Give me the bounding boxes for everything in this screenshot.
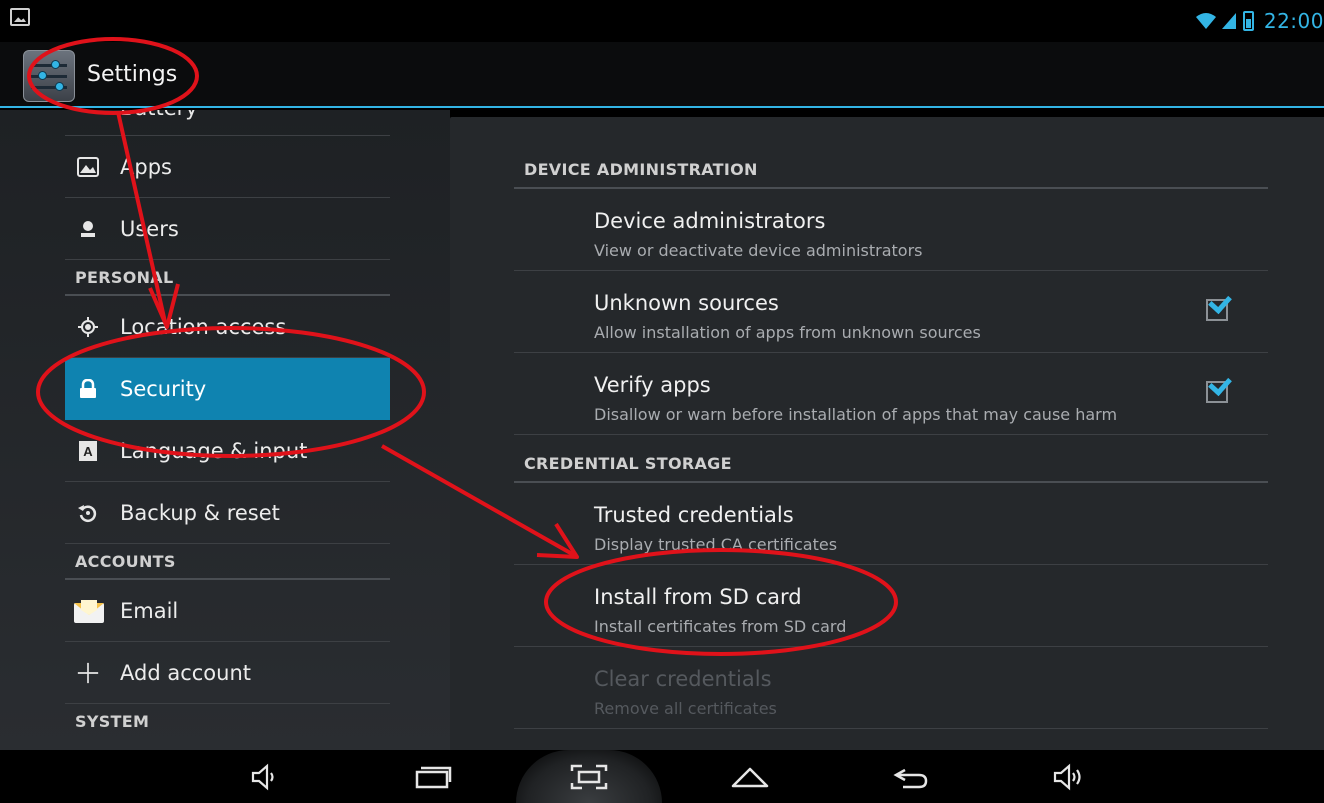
settings-app-icon[interactable]	[23, 50, 75, 102]
pref-title: Trusted credentials	[594, 503, 794, 527]
sidebar-item-apps[interactable]: Apps	[65, 136, 390, 198]
screenshot-icon	[570, 764, 608, 790]
sidebar-item-label: Email	[120, 598, 179, 623]
unknown-sources-checkbox[interactable]	[1206, 289, 1232, 321]
section-header-personal: PERSONAL	[65, 260, 390, 296]
sidebar-item-add-account[interactable]: Add account	[65, 642, 390, 704]
signal-icon	[1221, 13, 1236, 29]
system-navigation-bar	[0, 750, 1324, 803]
section-header-system: SYSTEM	[65, 704, 390, 740]
pref-title: Verify apps	[594, 373, 711, 397]
sidebar-item-label: Add account	[120, 660, 251, 685]
users-icon	[77, 218, 99, 240]
recent-apps-icon	[415, 766, 452, 789]
status-clock: 22:00	[1263, 9, 1324, 33]
section-header-device-administration: DEVICE ADMINISTRATION	[514, 117, 1268, 189]
pref-summary: Remove all certificates	[594, 699, 777, 718]
status-bar: 22:00	[0, 0, 1324, 42]
pref-title: Install from SD card	[594, 585, 802, 609]
security-settings-list: DEVICE ADMINISTRATION Device administrat…	[514, 117, 1268, 729]
settings-headers-list: Battery Apps Users PERSONAL	[0, 110, 450, 750]
action-bar: Settings	[0, 42, 1324, 108]
sidebar-item-location-access[interactable]: Location access	[65, 296, 390, 358]
battery-icon	[1242, 11, 1254, 31]
lock-icon	[77, 378, 99, 400]
pref-summary: Allow installation of apps from unknown …	[594, 323, 981, 342]
pref-summary: View or deactivate device administrators	[594, 241, 923, 260]
sidebar-item-language-input[interactable]: A Language & input	[65, 420, 390, 482]
sidebar-item-label: Backup & reset	[120, 500, 280, 525]
backup-icon	[77, 502, 99, 524]
location-icon	[77, 316, 99, 338]
sidebar-item-battery[interactable]: Battery	[65, 110, 390, 136]
pref-verify-apps[interactable]: Verify apps Disallow or warn before inst…	[514, 353, 1268, 435]
sidebar-item-label: Location access	[120, 314, 287, 339]
home-button[interactable]	[725, 760, 775, 794]
app-title: Settings	[87, 62, 178, 87]
pref-summary: Display trusted CA certificates	[594, 535, 838, 554]
section-header-label: CREDENTIAL STORAGE	[524, 454, 732, 473]
volume-down-icon	[251, 763, 274, 791]
sidebar-item-email[interactable]: Email	[65, 580, 390, 642]
pref-title: Device administrators	[594, 209, 826, 233]
sidebar-item-backup-reset[interactable]: Backup & reset	[65, 482, 390, 544]
verify-apps-checkbox[interactable]	[1206, 371, 1232, 403]
pref-unknown-sources[interactable]: Unknown sources Allow installation of ap…	[514, 271, 1268, 353]
apps-icon	[77, 156, 99, 178]
sidebar-item-label: Battery	[120, 110, 198, 120]
volume-up-icon	[1053, 763, 1081, 791]
wifi-icon	[1195, 13, 1216, 29]
pref-trusted-credentials[interactable]: Trusted credentials Display trusted CA c…	[514, 483, 1268, 565]
volume-down-button[interactable]	[240, 760, 290, 794]
status-icons: 22:00	[1195, 8, 1324, 34]
sidebar-item-label: Security	[120, 377, 207, 401]
section-header-label: ACCOUNTS	[75, 552, 176, 571]
pref-title: Unknown sources	[594, 291, 779, 315]
recent-apps-button[interactable]	[408, 760, 458, 794]
volume-up-button[interactable]	[1044, 760, 1094, 794]
pref-summary: Disallow or warn before installation of …	[594, 405, 1118, 424]
pref-clear-credentials: Clear credentials Remove all certificate…	[514, 647, 1268, 729]
android-screen: 22:00 Settings Battery Apps	[0, 0, 1324, 803]
pref-install-from-sd-card[interactable]: Install from SD card Install certificate…	[514, 565, 1268, 647]
home-icon	[731, 767, 769, 788]
keyboard-icon: A	[77, 440, 99, 462]
left-nav-list: Battery Apps Users PERSONAL	[65, 110, 390, 740]
sidebar-item-users[interactable]: Users	[65, 198, 390, 260]
pref-summary: Install certificates from SD card	[594, 617, 847, 636]
sidebar-item-label: Language & input	[120, 438, 308, 463]
sidebar-item-security[interactable]: Security	[65, 358, 390, 420]
section-header-label: PERSONAL	[75, 268, 174, 287]
section-header-label: SYSTEM	[75, 712, 150, 731]
checkmark-icon	[1208, 289, 1232, 315]
sidebar-item-label: Users	[120, 216, 179, 241]
plus-icon	[77, 662, 99, 684]
back-button[interactable]	[886, 760, 936, 794]
back-icon	[893, 768, 928, 789]
pref-title: Clear credentials	[594, 667, 772, 691]
checkmark-icon	[1208, 371, 1232, 397]
gallery-icon	[10, 8, 30, 26]
email-icon	[73, 599, 105, 623]
section-header-accounts: ACCOUNTS	[65, 544, 390, 580]
screenshot-button[interactable]	[564, 760, 614, 794]
section-header-credential-storage: CREDENTIAL STORAGE	[514, 435, 1268, 483]
sidebar-item-label: Apps	[120, 154, 172, 179]
security-settings-pane: DEVICE ADMINISTRATION Device administrat…	[450, 117, 1324, 750]
section-header-label: DEVICE ADMINISTRATION	[524, 160, 758, 179]
svg-text:A: A	[83, 444, 93, 459]
pref-device-administrators[interactable]: Device administrators View or deactivate…	[514, 189, 1268, 271]
